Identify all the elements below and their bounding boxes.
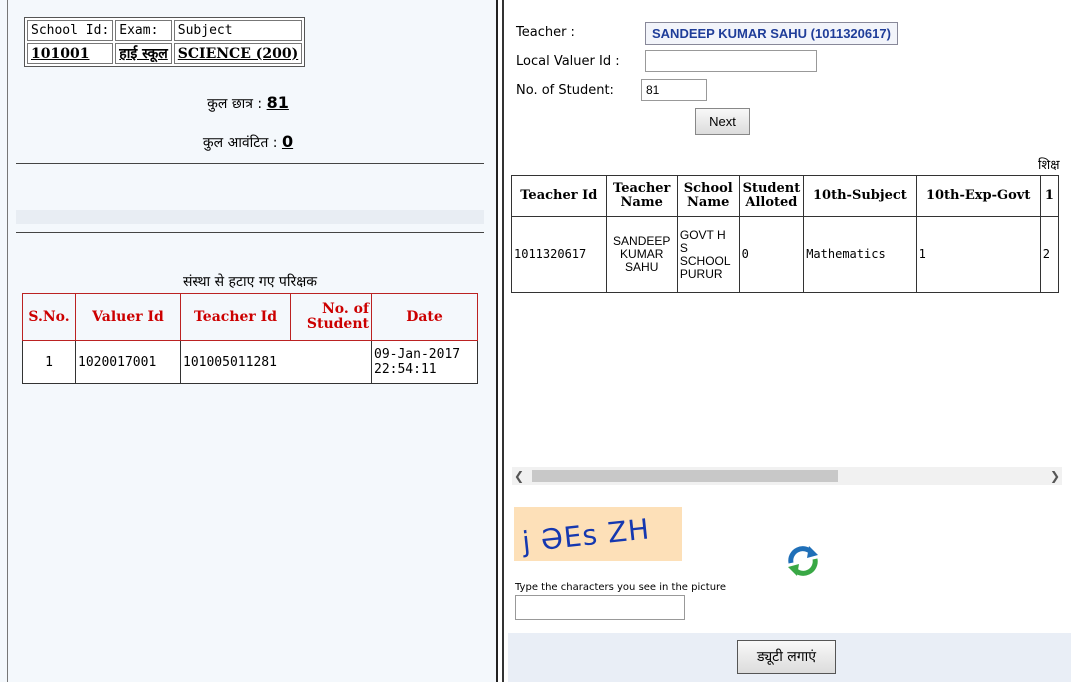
cell-exp-govt: 1: [915, 216, 1041, 293]
col-teacher-id: Teacher Id: [180, 293, 291, 341]
pane-divider: [496, 0, 498, 682]
school-id-value: 101001: [27, 43, 114, 64]
assign-duty-button[interactable]: ड्यूटी लगाएं: [737, 640, 836, 674]
total-allotted-value: 0: [281, 132, 294, 151]
col-teacher-id: Teacher Id: [511, 175, 607, 217]
total-allotted-stat: कुल आवंटित : 0: [0, 132, 496, 152]
cell-subject: Mathematics: [803, 216, 917, 293]
separator-line: [16, 232, 484, 233]
cell-teacher-name: SANDEEP KUMAR SAHU: [605, 216, 678, 293]
teacher-value: SANDEEP KUMAR SAHU (1011320617): [645, 22, 898, 45]
col-student-alloted: Student Alloted: [738, 175, 805, 217]
cell-date: 09-Jan-2017 22:54:11: [371, 340, 478, 384]
exam-value: हाई स्कूल: [115, 43, 172, 64]
table-row[interactable]: 1011320617 SANDEEP KUMAR SAHU GOVT H S S…: [511, 216, 1059, 293]
total-students-value: 81: [266, 93, 289, 112]
teacher-label: Teacher :: [516, 25, 575, 40]
chevron-right-icon[interactable]: ❯: [1046, 468, 1060, 484]
exam-header: Exam:: [115, 20, 172, 41]
teacher-grid: Teacher Id Teacher Name School Name Stud…: [511, 175, 1059, 293]
teacher-grid-container: Teacher Id Teacher Name School Name Stud…: [511, 175, 1059, 293]
no-of-student-input[interactable]: 81: [641, 79, 707, 101]
captcha-image: j ƏEs ZH: [514, 507, 682, 561]
table-row: 1 1020017001 101005011281 09-Jan-2017 22…: [22, 340, 478, 384]
right-panel: [504, 0, 1071, 682]
col-valuer-id: Valuer Id: [75, 293, 181, 341]
separator-line: [16, 163, 484, 164]
captcha-text: j ƏEs ZH: [520, 512, 652, 559]
scrollbar-thumb[interactable]: [532, 470, 838, 482]
cell-valuer-id: 1020017001: [75, 340, 181, 384]
empty-row-band: [16, 210, 484, 224]
total-students-stat: कुल छात्र : 81: [0, 93, 496, 113]
col-no-of-student: No. of Student: [290, 293, 372, 341]
cell-teacher-id: 101005011281: [180, 340, 372, 384]
removed-valuers-title: संस्था से हटाए गए परिक्षक: [182, 274, 318, 290]
col-10th-exp-govt: 10th-Exp-Govt: [915, 175, 1041, 217]
chevron-left-icon[interactable]: ❮: [514, 468, 528, 484]
subject-header: Subject: [173, 20, 303, 41]
col-school-name: School Name: [676, 175, 740, 217]
refresh-icon[interactable]: [785, 543, 821, 579]
col-teacher-name: Teacher Name: [605, 175, 678, 217]
col-date: Date: [371, 293, 478, 341]
local-valuer-input[interactable]: [645, 50, 817, 72]
cell-teacher-id: 1011320617: [511, 216, 607, 293]
total-allotted-label: कुल आवंटित :: [202, 135, 278, 151]
col-10th-subject: 10th-Subject: [803, 175, 917, 217]
no-of-student-label: No. of Student:: [516, 83, 614, 98]
cell-sno: 1: [22, 340, 76, 384]
next-button[interactable]: Next: [695, 108, 750, 135]
col-next: 1: [1039, 175, 1059, 217]
subject-value: SCIENCE (200): [173, 43, 303, 64]
cell-next: 2: [1039, 216, 1059, 293]
grid-caption: शिक्ष: [1038, 158, 1060, 173]
total-students-label: कुल छात्र :: [207, 96, 263, 112]
cell-student-alloted: 0: [738, 216, 805, 293]
exam-info-table: School Id: Exam: Subject 101001 हाई स्कू…: [24, 17, 306, 67]
horizontal-scrollbar[interactable]: ❮ ❯: [512, 467, 1062, 485]
captcha-prompt: Type the characters you see in the pictu…: [515, 582, 727, 593]
school-id-header: School Id:: [27, 20, 114, 41]
cell-school-name: GOVT H S SCHOOL PURUR: [676, 216, 740, 293]
captcha-input[interactable]: [515, 595, 685, 620]
col-sno: S.No.: [22, 293, 76, 341]
removed-valuers-table: S.No. Valuer Id Teacher Id No. of Studen…: [22, 293, 478, 384]
local-valuer-label: Local Valuer Id :: [516, 54, 620, 69]
